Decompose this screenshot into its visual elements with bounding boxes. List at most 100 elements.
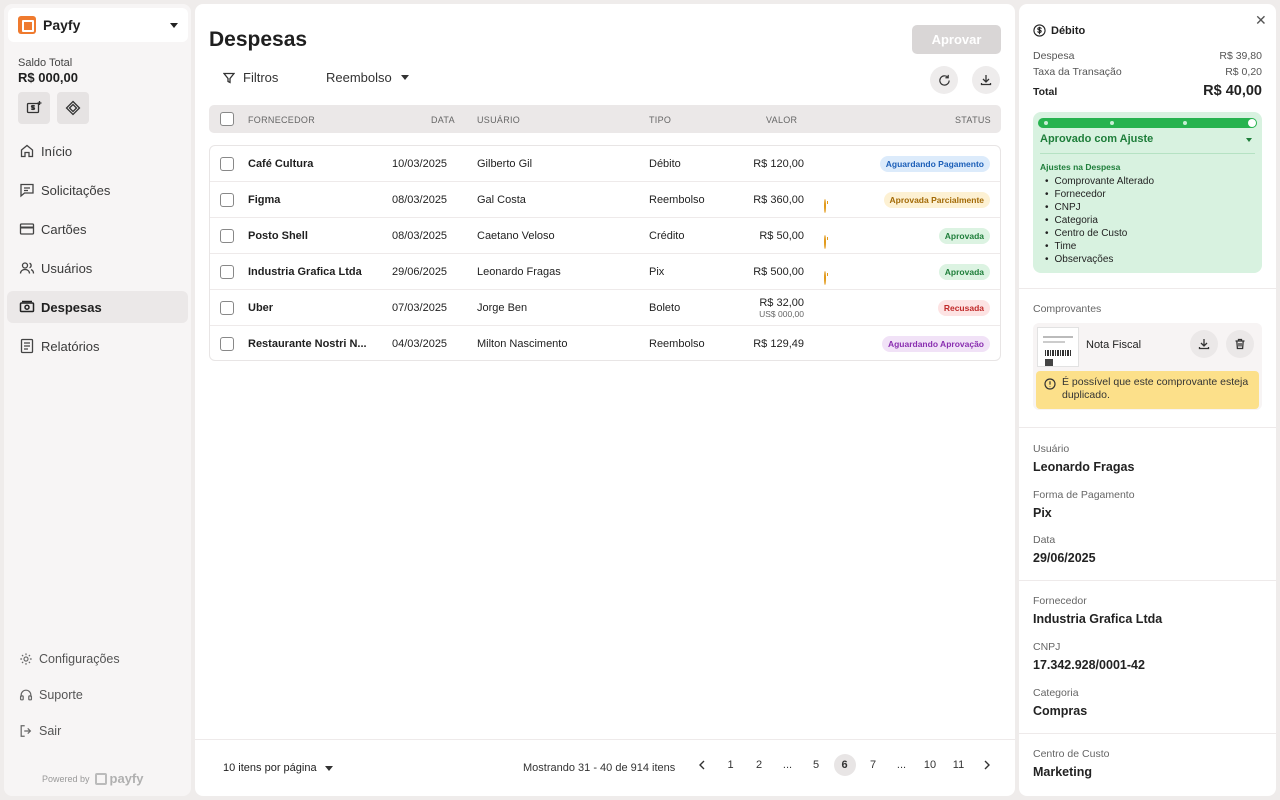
divider	[1040, 153, 1255, 154]
row-user: Caetano Veloso	[477, 229, 555, 242]
prev-page-button[interactable]	[691, 754, 713, 776]
table-row[interactable]: Figma 08/03/2025 Gal Costa Reembolso R$ 360,…	[210, 182, 1000, 218]
approval-progress-bar	[1038, 118, 1257, 128]
table-row[interactable]: Café Cultura 10/03/2025 Gilberto Gil Débito…	[210, 146, 1000, 182]
row-checkbox[interactable]	[220, 337, 234, 351]
row-value: R$ 50,00	[759, 229, 804, 242]
row-checkbox[interactable]	[220, 301, 234, 315]
page-button[interactable]: 5	[805, 754, 827, 776]
workspace-selector[interactable]: Payfy	[8, 8, 188, 42]
filter-icon	[223, 72, 235, 84]
chevron-right-icon	[984, 760, 990, 770]
close-icon[interactable]: ✕	[1255, 12, 1267, 29]
add-money-button[interactable]	[18, 92, 50, 124]
divider	[1019, 288, 1276, 289]
pix-button[interactable]	[57, 92, 89, 124]
next-page-button[interactable]	[976, 754, 998, 776]
nav-label: Despesas	[41, 299, 102, 315]
row-checkbox[interactable]	[220, 265, 234, 279]
nav-label: Suporte	[39, 688, 83, 702]
cash-icon	[19, 300, 35, 313]
warning-icon[interactable]	[824, 270, 826, 285]
refresh-button[interactable]	[930, 66, 958, 94]
per-page-label: 10 itens por página	[223, 762, 317, 774]
payment-method-value: Pix	[1033, 506, 1052, 520]
nav-item-cartoes[interactable]: Cartões	[7, 213, 188, 245]
page-ellipsis: ...	[782, 759, 793, 771]
warning-icon[interactable]	[824, 234, 826, 249]
type-filter-dropdown[interactable]: Reembolso	[326, 70, 409, 85]
table-row[interactable]: Posto Shell 08/03/2025 Caetano Veloso Crédi…	[210, 218, 1000, 254]
nav-item-inicio[interactable]: Início	[7, 135, 188, 167]
total-value: R$ 40,00	[1203, 83, 1262, 99]
total-line: Total R$ 40,00	[1033, 83, 1262, 99]
expense-value: R$ 39,80	[1219, 50, 1262, 62]
per-page-dropdown[interactable]: 10 itens por página	[223, 762, 333, 774]
thumb-line	[1043, 341, 1065, 343]
table-row[interactable]: Restaurante Nostri N... 04/03/2025 Milton …	[210, 326, 1000, 362]
nav-item-despesas[interactable]: Despesas	[7, 291, 188, 323]
page-button[interactable]: 7	[862, 754, 884, 776]
table-row[interactable]: Industria Grafica Ltda 29/06/2025 Leonardo…	[210, 254, 1000, 290]
delete-receipt-button[interactable]	[1226, 330, 1254, 358]
cost-center-value: Marketing	[1033, 765, 1093, 779]
status-badge: Aprovada	[938, 263, 990, 280]
type-filter-value: Reembolso	[326, 70, 392, 85]
nav-label: Início	[41, 143, 73, 159]
download-icon	[980, 75, 992, 86]
row-checkbox[interactable]	[220, 229, 234, 243]
vendor-label: Fornecedor	[1033, 595, 1087, 607]
header-value: VALOR	[766, 115, 798, 125]
nav-item-configuracoes[interactable]: Configurações	[7, 643, 188, 675]
select-all-checkbox[interactable]	[220, 112, 234, 126]
balance: Saldo Total R$ 000,00	[18, 57, 78, 85]
status-badge: Recusada	[937, 299, 990, 316]
nav-item-relatorios[interactable]: Relatórios	[7, 330, 188, 362]
nav-item-solicitacoes[interactable]: Solicitações	[7, 174, 188, 206]
nav-label: Relatórios	[41, 338, 100, 354]
page-button[interactable]: 2	[748, 754, 770, 776]
row-date: 10/03/2025	[392, 157, 448, 170]
row-value: R$ 32,00	[759, 296, 804, 309]
receipts-label: Comprovantes	[1033, 303, 1102, 315]
expense-detail-panel: ✕ Débito Despesa R$ 39,80 Taxa da Transa…	[1019, 4, 1276, 796]
download-button[interactable]	[972, 66, 1000, 94]
nav-item-sair[interactable]: Sair	[7, 715, 188, 747]
row-checkbox[interactable]	[220, 193, 234, 207]
cost-center-label: Centro de Custo	[1033, 748, 1110, 760]
row-value-group: R$ 129,49	[714, 338, 804, 350]
download-receipt-button[interactable]	[1190, 330, 1218, 358]
bottom-nav: Configurações Suporte Sair	[7, 643, 188, 751]
adjustments-list: Comprovante Alterado Fornecedor CNPJ Cat…	[1045, 175, 1155, 266]
nav-item-usuarios[interactable]: Usuários	[7, 252, 188, 284]
approve-button[interactable]: Aprovar	[912, 25, 1001, 54]
main-content: Despesas Aprovar Filtros Reembolso FORNE…	[195, 4, 1015, 796]
add-money-icon	[26, 101, 42, 114]
row-vendor: Restaurante Nostri N...	[248, 338, 367, 350]
thumb-line	[1043, 336, 1073, 338]
warning-icon[interactable]	[824, 198, 826, 213]
home-icon	[20, 144, 34, 158]
filters-button[interactable]: Filtros	[223, 70, 278, 85]
nav-item-suporte[interactable]: Suporte	[7, 679, 188, 711]
progress-end-marker	[1248, 119, 1256, 127]
chevron-down-icon	[170, 22, 178, 28]
cnpj-value: 17.342.928/0001-42	[1033, 658, 1145, 672]
page-button[interactable]: 6	[833, 754, 856, 776]
table-row[interactable]: Uber 07/03/2025 Jorge Ben Boleto R$ 32,00 US$…	[210, 290, 1000, 326]
adjustment-item: Categoria	[1045, 214, 1154, 227]
page-button[interactable]: 11	[948, 754, 970, 776]
row-user: Gilberto Gil	[477, 157, 533, 170]
header-status: STATUS	[955, 115, 991, 125]
page-button[interactable]: 1	[720, 754, 742, 776]
row-value-group: R$ 32,00 US$ 000,00	[714, 297, 804, 319]
receipt-thumbnail[interactable]	[1037, 327, 1079, 367]
row-user: Milton Nascimento	[477, 338, 568, 350]
page-button[interactable]: 10	[919, 754, 941, 776]
approval-status-box[interactable]: Aprovado com Ajuste Ajustes na Despesa C…	[1033, 112, 1262, 273]
row-checkbox[interactable]	[220, 157, 234, 171]
pagination: 1 2... 5 6 7... 10 11	[691, 754, 1005, 776]
row-vendor: Figma	[248, 193, 281, 206]
duplicate-warning-text: É possível que este comprovante esteja d…	[1062, 376, 1249, 401]
report-icon	[20, 338, 34, 354]
